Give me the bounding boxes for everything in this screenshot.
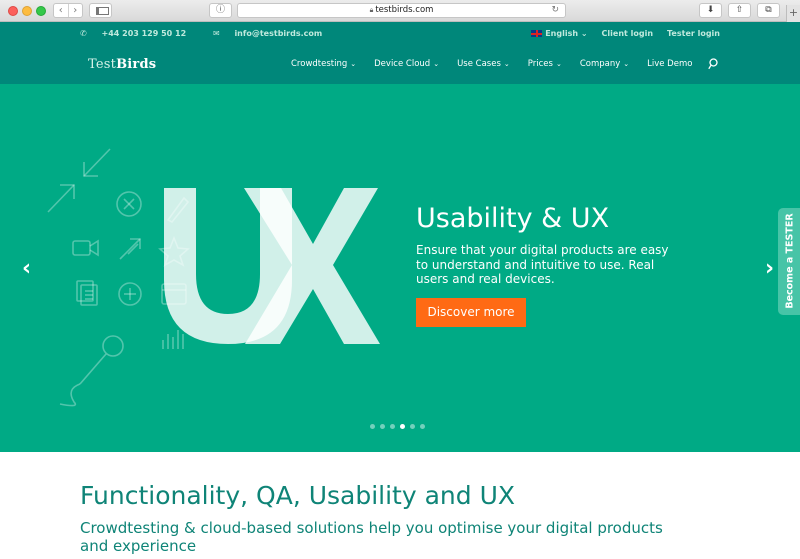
slider-pagination — [370, 424, 425, 429]
nav-item-device-cloud[interactable]: Device Cloud ⌄ — [374, 59, 439, 69]
nav-item-crowdtesting[interactable]: Crowdtesting ⌄ — [291, 59, 356, 69]
become-tester-label: Become a TESTER — [784, 213, 796, 309]
nav-menu: Crowdtesting ⌄ Device Cloud ⌄ Use Cases ⌄ P… — [291, 59, 710, 69]
top-links: English ⌄ Client login Tester login — [531, 29, 720, 38]
section-heading: Functionality, QA, Usability and UX — [80, 481, 516, 510]
privacy-report-icon[interactable]: ⓘ — [209, 3, 232, 18]
mail-icon: ✉ — [212, 29, 223, 38]
tester-login-link[interactable]: Tester login — [667, 29, 720, 38]
chevron-down-icon: ⌄ — [580, 29, 588, 38]
zoom-window-button[interactable] — [36, 6, 46, 16]
slider-next-arrow[interactable]: › — [765, 256, 774, 281]
microphone-icon — [59, 335, 124, 407]
nav-item-company[interactable]: Company ⌄ — [580, 59, 629, 69]
minimize-window-button[interactable] — [22, 6, 32, 16]
contact-info: ✆ +44 203 129 50 12 ✉ info@testbirds.com — [80, 29, 346, 38]
slider-prev-arrow[interactable]: ‹ — [22, 256, 31, 281]
section-subheading: Crowdtesting & cloud-based solutions hel… — [80, 519, 663, 555]
slider-dot[interactable] — [410, 424, 415, 429]
language-selector[interactable]: English ⌄ — [531, 29, 588, 38]
reload-icon[interactable]: ↻ — [551, 4, 559, 17]
nav-item-use-cases[interactable]: Use Cases ⌄ — [457, 59, 510, 69]
slider-dot-active[interactable] — [400, 424, 405, 429]
hero-description: Ensure that your digital products are ea… — [416, 243, 669, 286]
expand-arrows-icon — [119, 238, 141, 260]
close-window-button[interactable] — [8, 6, 18, 16]
video-camera-icon — [72, 239, 99, 257]
slider-dot[interactable] — [370, 424, 375, 429]
phone-link[interactable]: ✆ +44 203 129 50 12 — [80, 29, 198, 38]
nav-item-live-demo[interactable]: Live Demo — [647, 59, 692, 69]
ux-lettering-graphic — [164, 188, 380, 344]
chevron-down-icon: ⌄ — [350, 60, 357, 68]
uk-flag-icon — [531, 30, 543, 37]
document-icon — [76, 280, 98, 306]
slider-dot[interactable] — [420, 424, 425, 429]
main-navigation: TestBirds Crowdtesting ⌄ Device Cloud ⌄ Us… — [0, 44, 800, 84]
chevron-down-icon: ⌄ — [623, 60, 630, 68]
search-icon[interactable] — [708, 58, 718, 70]
address-bar[interactable]: 🔒︎ testbirds.com ↻ — [237, 3, 566, 18]
phone-icon: ✆ — [80, 29, 90, 38]
testbirds-logo[interactable]: TestBirds — [88, 57, 156, 72]
sidebar-toggle-icon[interactable] — [89, 3, 112, 18]
discover-more-button[interactable]: Discover more — [416, 298, 526, 327]
download-icon[interactable]: ⬇ — [699, 3, 722, 18]
slider-dot[interactable] — [380, 424, 385, 429]
chevron-down-icon: ⌄ — [555, 60, 562, 68]
chevron-down-icon: ⌄ — [503, 60, 510, 68]
url-text: testbirds.com — [375, 5, 434, 15]
browser-toolbar: ‹ › ⓘ 🔒︎ testbirds.com ↻ ⬇ ⇧ ⧉ + — [0, 0, 800, 22]
top-info-bar: ✆ +44 203 129 50 12 ✉ info@testbirds.com… — [0, 22, 800, 44]
forward-button[interactable]: › — [67, 4, 83, 17]
hero-illustration — [47, 148, 380, 407]
hero-title: Usability & UX — [416, 203, 610, 234]
tabs-overview-icon[interactable]: ⧉ — [757, 3, 780, 18]
nav-item-prices[interactable]: Prices ⌄ — [528, 59, 562, 69]
slider-dot[interactable] — [390, 424, 395, 429]
become-tester-tab[interactable]: Become a TESTER — [778, 208, 800, 315]
hero-slider: ‹ › Usability & UX Ensure that your digi… — [0, 84, 800, 452]
client-login-link[interactable]: Client login — [602, 29, 654, 38]
collapse-arrows-icon — [47, 148, 111, 213]
bar-chart-icon — [162, 330, 184, 349]
share-icon[interactable]: ⇧ — [728, 3, 751, 18]
new-tab-button[interactable]: + — [786, 5, 800, 22]
chevron-down-icon: ⌄ — [433, 60, 440, 68]
history-nav: ‹ › — [53, 3, 83, 18]
back-button[interactable]: ‹ — [54, 4, 68, 17]
lock-icon: 🔒︎ — [369, 6, 374, 14]
plus-circle-icon — [118, 282, 142, 306]
email-link[interactable]: ✉ info@testbirds.com — [213, 29, 334, 38]
